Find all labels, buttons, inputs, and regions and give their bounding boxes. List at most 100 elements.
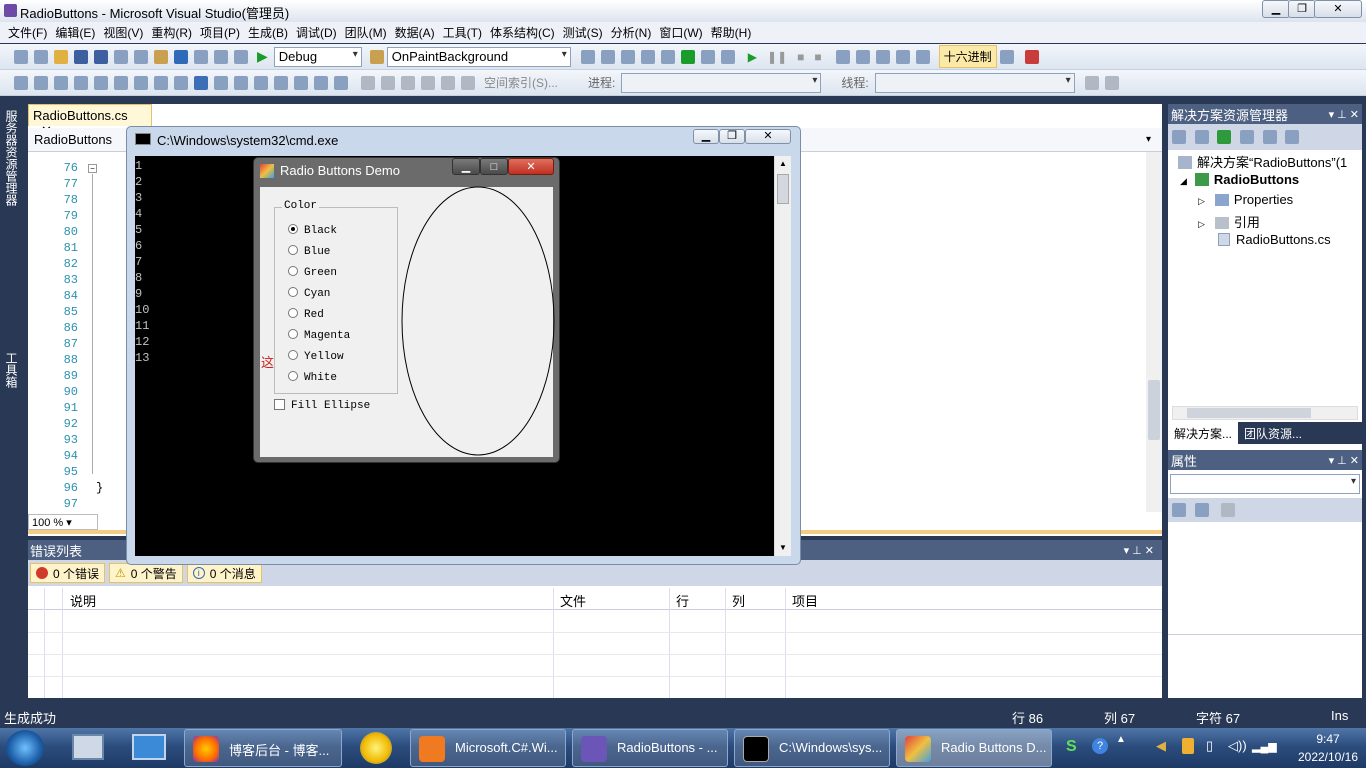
menu-file[interactable]: 文件(F): [8, 24, 47, 41]
sogou-ime-icon[interactable]: S: [1066, 738, 1077, 756]
property-pages-icon[interactable]: [1220, 503, 1235, 517]
add-item-icon[interactable]: [34, 49, 48, 64]
new-project-icon[interactable]: [14, 49, 28, 64]
panel-menu-icon[interactable]: ▾ ⊥ ✕: [1329, 108, 1359, 121]
decrease-indent-icon[interactable]: [114, 75, 128, 90]
continue-icon[interactable]: ▶: [748, 50, 757, 64]
col-file[interactable]: 文件: [560, 591, 586, 610]
stop-icon[interactable]: ■: [797, 50, 804, 64]
panel-menu-icon[interactable]: ▾ ⊥ ✕: [1329, 454, 1359, 467]
expand-icon[interactable]: ◢: [1180, 176, 1187, 186]
network-icon[interactable]: ▂▄▆: [1252, 740, 1277, 753]
radio-buttons-form[interactable]: Radio Buttons Demo ▁ □ ✕ Color Black Blu…: [253, 157, 560, 463]
class-diagram-icon[interactable]: [1284, 130, 1299, 144]
pause-icon[interactable]: ❚❚: [767, 50, 787, 64]
messages-filter-button[interactable]: i0 个消息: [186, 563, 262, 583]
warnings-filter-button[interactable]: ⚠ 0 个警告: [109, 563, 183, 583]
navigate-backward-icon[interactable]: [214, 49, 228, 64]
tree-horizontal-scrollbar[interactable]: [1172, 406, 1358, 420]
cut-icon[interactable]: [114, 49, 128, 64]
radio-black[interactable]: Black: [288, 224, 337, 237]
member-dropdown-icon[interactable]: ▾: [1146, 134, 1151, 145]
extension-icon[interactable]: [700, 49, 715, 64]
radio-white[interactable]: White: [288, 371, 337, 384]
previous-bookmark-icon[interactable]: [214, 75, 228, 90]
copy-icon[interactable]: [134, 49, 148, 64]
menu-window[interactable]: 窗口(W): [659, 24, 702, 41]
threads-icon[interactable]: [999, 49, 1014, 64]
redo-icon[interactable]: [194, 49, 208, 64]
cmd-scrollbar[interactable]: ▲ ▼: [774, 156, 791, 556]
errors-filter-button[interactable]: 0 个错误: [30, 563, 106, 583]
find-combo[interactable]: OnPaintBackground: [386, 46, 571, 67]
breakpoints-icon[interactable]: [915, 49, 930, 64]
start-button[interactable]: [6, 730, 44, 766]
panel-menu-icon[interactable]: ▾ ⊥ ✕: [1124, 544, 1154, 557]
next-bookmark-icon[interactable]: [234, 75, 248, 90]
next-bookmark-doc-icon[interactable]: [314, 75, 328, 90]
cmd-minimize-button[interactable]: ▁: [693, 129, 719, 144]
toolbox-icon[interactable]: [640, 49, 655, 64]
properties-object-select[interactable]: [1170, 474, 1360, 494]
desktop-app-icon[interactable]: [132, 734, 166, 760]
menu-help[interactable]: 帮助(H): [711, 24, 752, 41]
scroll-thumb[interactable]: [1187, 408, 1311, 418]
col-line[interactable]: 行: [676, 591, 689, 610]
paste-icon[interactable]: [154, 49, 168, 64]
tools-icon[interactable]: [660, 49, 675, 64]
speaker-icon[interactable]: ◀: [1156, 738, 1166, 754]
tab-radiobuttons-cs[interactable]: RadioButtons.cs ✕: [28, 104, 152, 138]
menu-build[interactable]: 生成(B): [248, 24, 288, 41]
thread-select[interactable]: [874, 72, 1075, 93]
help-icon[interactable]: ?: [1092, 738, 1108, 754]
step-over-icon[interactable]: [875, 49, 890, 64]
project-item[interactable]: ◢ RadioButtons: [1180, 172, 1299, 187]
menu-debug[interactable]: 调试(D): [296, 24, 337, 41]
volume-icon[interactable]: ◁)): [1228, 738, 1247, 754]
shield-icon[interactable]: [1182, 738, 1194, 754]
view-code-icon[interactable]: [1240, 130, 1255, 144]
tray-expand-icon[interactable]: ▲: [1116, 734, 1126, 745]
parameter-info-icon[interactable]: [34, 75, 48, 90]
close-button[interactable]: ✕: [1314, 0, 1362, 18]
minimize-button[interactable]: ▁: [1262, 0, 1290, 18]
start-debug-icon[interactable]: ▶: [257, 48, 268, 65]
menu-test[interactable]: 测试(S): [563, 24, 603, 41]
form-maximize-button[interactable]: □: [480, 158, 508, 175]
scroll-thumb[interactable]: [777, 174, 789, 204]
scroll-down-icon[interactable]: ▼: [775, 540, 791, 556]
menu-data[interactable]: 数据(A): [395, 24, 435, 41]
process-select[interactable]: [621, 72, 822, 93]
hex-display-button[interactable]: 十六进制: [938, 45, 997, 68]
cmd-maximize-button[interactable]: ❐: [719, 129, 745, 144]
open-file-icon[interactable]: [54, 49, 68, 64]
app-icon[interactable]: [360, 732, 392, 764]
solution-explorer-icon[interactable]: [580, 49, 595, 64]
categorized-icon[interactable]: [1172, 503, 1186, 517]
show-desktop-icon[interactable]: [72, 734, 104, 760]
save-all-icon[interactable]: [94, 49, 108, 64]
toggle-completion-icon[interactable]: [94, 75, 108, 90]
form-close-button[interactable]: ✕: [508, 158, 554, 175]
uncomment-icon[interactable]: [174, 75, 188, 90]
menu-team[interactable]: 团队(M): [345, 24, 387, 41]
save-icon[interactable]: [74, 49, 88, 64]
tree-item-radiobuttons-cs[interactable]: RadioButtons.cs: [1218, 232, 1331, 247]
menu-view[interactable]: 视图(V): [103, 24, 143, 41]
find-icon[interactable]: [369, 49, 384, 64]
taskbar-firefox[interactable]: 博客后台 - 博客...: [184, 729, 342, 767]
maximize-button[interactable]: ❐: [1288, 0, 1316, 18]
taskbar-cmd[interactable]: C:\Windows\sys...: [734, 729, 890, 767]
expand-icon[interactable]: ▷: [1198, 219, 1205, 229]
solution-config-select[interactable]: Debug: [273, 46, 362, 67]
previous-bookmark-folder-icon[interactable]: [254, 75, 268, 90]
show-next-statement-icon[interactable]: [835, 49, 850, 64]
refresh-icon[interactable]: [1216, 130, 1231, 144]
tab-solution-explorer[interactable]: 解决方案...: [1168, 422, 1239, 444]
usb-icon[interactable]: ▯: [1206, 738, 1213, 754]
command-window-icon[interactable]: [720, 49, 735, 64]
taskbar-pdf[interactable]: Microsoft.C#.Wi...: [410, 729, 566, 767]
server-explorer-tab[interactable]: 服务器资源管理器: [3, 110, 20, 206]
member-list-icon[interactable]: [14, 75, 28, 90]
properties-window-icon[interactable]: [1172, 130, 1186, 144]
